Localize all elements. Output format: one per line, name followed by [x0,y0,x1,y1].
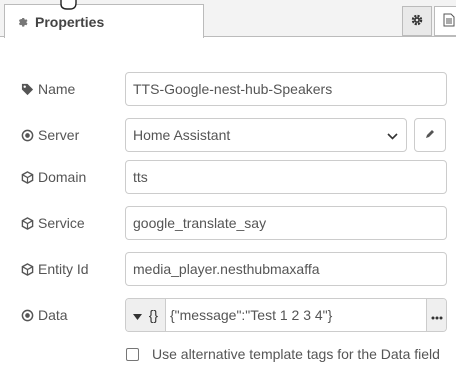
data-typed-input: {} {"message":"Test 1 2 3 4"} [125,298,447,332]
chevron-down-icon [387,127,398,143]
description-button[interactable] [434,6,456,36]
data-input-value: {"message":"Test 1 2 3 4"} [170,307,333,323]
mouse-cursor-icon [58,0,78,13]
alt-template-label: Use alternative template tags for the Da… [152,346,440,362]
data-label: Data [20,298,68,332]
json-type-symbol: {} [148,307,159,323]
gear-icon [17,16,29,28]
entity-id-input[interactable]: media_player.nesthubmaxaffa [125,252,447,286]
server-select-value: Home Assistant [133,127,231,143]
domain-input-value: tts [133,169,148,185]
name-label: Name [20,72,75,106]
alt-template-checkbox[interactable] [126,347,139,361]
alt-template-row: Use alternative template tags for the Da… [126,346,440,362]
entity-id-input-value: media_player.nesthubmaxaffa [133,261,320,277]
server-label: Server [20,118,79,152]
cube-icon [20,170,34,184]
service-input[interactable]: google_translate_say [125,206,447,240]
tab-label: Properties [35,13,105,30]
server-dot-icon [20,129,34,142]
server-select[interactable]: Home Assistant [125,118,407,152]
tab-properties[interactable]: Properties [4,4,204,38]
service-input-value: google_translate_say [133,215,267,231]
domain-input[interactable]: tts [125,160,447,194]
pencil-icon [424,127,436,143]
document-icon [443,13,455,30]
server-dot-icon [20,309,34,322]
data-input[interactable]: {"message":"Test 1 2 3 4"} [170,299,332,331]
domain-label: Domain [20,160,86,194]
service-label: Service [20,206,85,240]
edit-server-button[interactable] [414,118,446,152]
ellipsis-icon [431,307,443,323]
data-type-selector[interactable]: {} [126,299,166,331]
cube-icon [20,216,34,230]
expand-editor-button[interactable] [426,299,446,331]
name-input-value: TTS-Google-nest-hub-Speakers [133,81,333,97]
tag-icon [20,83,34,96]
caret-down-icon [132,307,142,323]
name-input[interactable]: TTS-Google-nest-hub-Speakers [125,72,447,106]
settings-button[interactable] [402,6,432,36]
cube-icon [20,262,34,276]
entity-id-label: Entity Id [20,252,89,286]
gear-icon [410,13,424,30]
